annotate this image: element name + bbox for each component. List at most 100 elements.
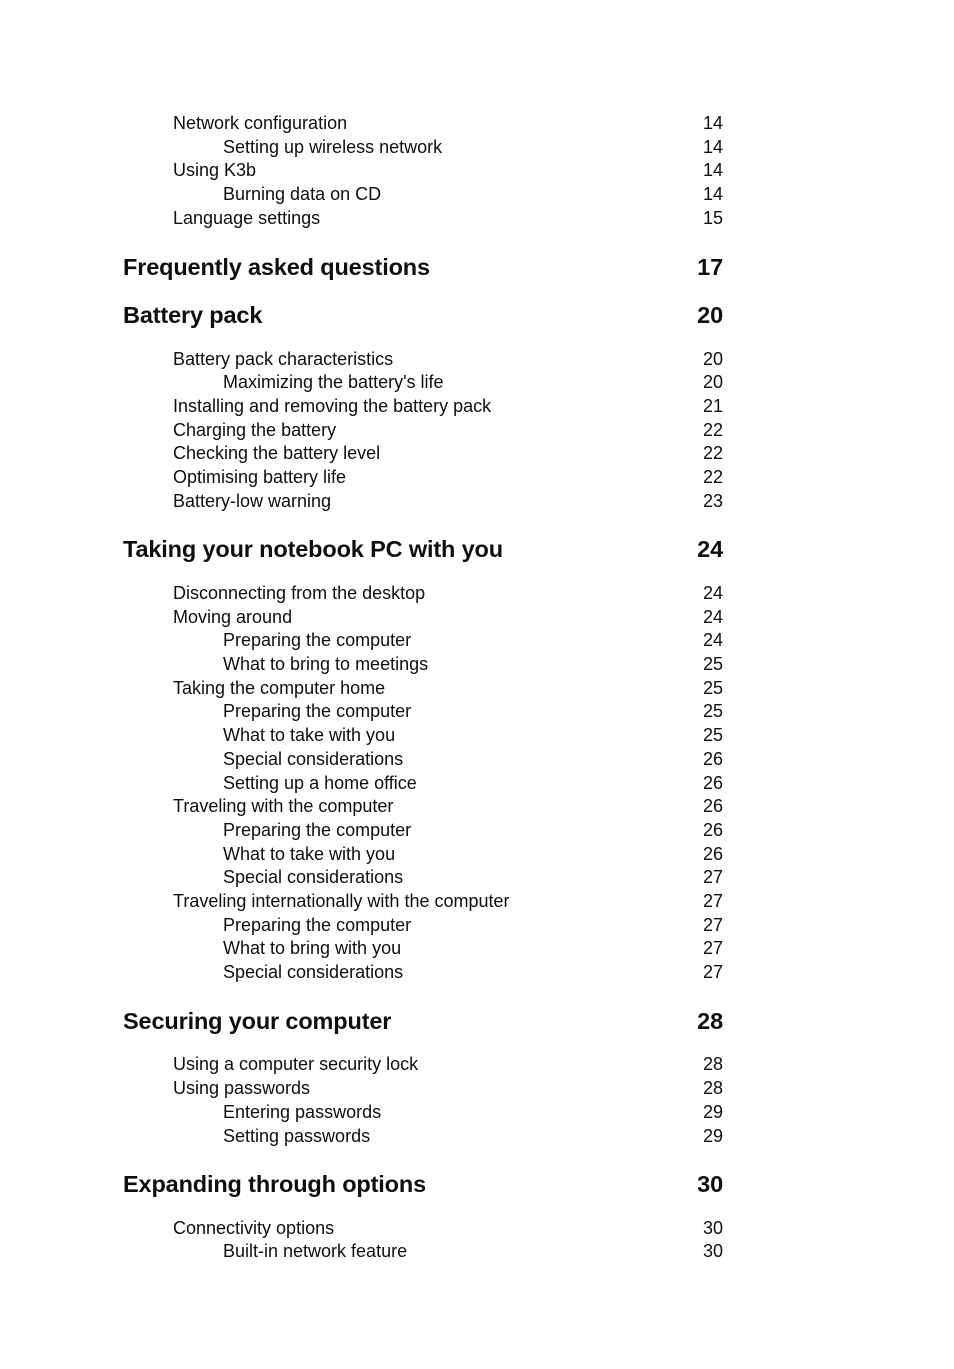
toc-section-entry[interactable]: Setting up wireless network 14 (123, 136, 723, 160)
toc-entry-title: Language settings (173, 207, 321, 228)
toc-entry-title: Special considerations (223, 867, 404, 888)
toc-section-entry[interactable]: Setting passwords 29 (123, 1125, 723, 1149)
toc-entry-page-number: 25 (702, 677, 723, 698)
toc-section-entry[interactable]: Moving around 24 (123, 606, 723, 630)
toc-entry-page-number: 27 (702, 938, 723, 959)
toc-entry-title: Special considerations (223, 962, 404, 983)
toc-entry-page-number: 22 (702, 443, 723, 464)
toc-entry-page-number: 21 (702, 395, 723, 416)
toc-entry-title: Disconnecting from the desktop (173, 582, 426, 603)
table-of-contents-page: Network configuration 14 Setting up wirele… (0, 0, 954, 1369)
toc-entry-page-number: 22 (702, 419, 723, 440)
toc-section-entry[interactable]: Using passwords 28 (123, 1077, 723, 1101)
toc-entry-title: Securing your computer (123, 1007, 392, 1034)
toc-entry-title: Burning data on CD (223, 184, 382, 205)
toc-entry-page-number: 27 (702, 914, 723, 935)
toc-entry-title: Traveling internationally with the compu… (173, 891, 510, 912)
toc-section-entry[interactable]: Battery-low warning 23 (123, 490, 723, 514)
toc-entry-page-number: 20 (702, 348, 723, 369)
toc-entry-title: Special considerations (223, 748, 404, 769)
toc-section-entry[interactable]: Maximizing the battery's life 20 (123, 371, 723, 395)
toc-section-entry[interactable]: Special considerations 27 (123, 961, 723, 985)
toc-section-entry[interactable]: Traveling with the computer 26 (123, 795, 723, 819)
toc-chapter-entry[interactable]: Taking your notebook PC with you 24 (123, 538, 723, 562)
toc-section-entry[interactable]: Preparing the computer 26 (123, 819, 723, 843)
toc-entry-title: Preparing the computer (223, 914, 412, 935)
toc-entry-page-number: 14 (702, 136, 723, 157)
toc-entry-title: Battery-low warning (173, 490, 332, 511)
toc-entry-page-number: 27 (702, 867, 723, 888)
toc-section-entry[interactable]: Language settings 15 (123, 207, 723, 231)
toc-entry-title: Preparing the computer (223, 630, 412, 651)
toc-section-entry[interactable]: What to take with you 26 (123, 843, 723, 867)
toc-section-entry[interactable]: Taking the computer home 25 (123, 677, 723, 701)
toc-section-entry[interactable]: Traveling internationally with the compu… (123, 890, 723, 914)
toc-chapter-entry[interactable]: Expanding through options 30 (123, 1173, 723, 1197)
toc-entry-title: What to bring to meetings (223, 654, 429, 675)
toc-entry-page-number: 29 (702, 1101, 723, 1122)
toc-entry-page-number: 24 (697, 536, 723, 563)
toc-entry-page-number: 20 (702, 372, 723, 393)
toc-entry-page-number: 20 (697, 302, 723, 329)
toc-entry-page-number: 28 (702, 1054, 723, 1075)
toc-section-entry[interactable]: Optimising battery life 22 (123, 466, 723, 490)
toc-section-entry[interactable]: Entering passwords 29 (123, 1101, 723, 1125)
toc-entry-title: Battery pack characteristics (173, 348, 394, 369)
toc-section-entry[interactable]: Using a computer security lock 28 (123, 1053, 723, 1077)
toc-section-entry[interactable]: Special considerations 26 (123, 748, 723, 772)
toc-entry-title: Expanding through options (123, 1171, 427, 1198)
toc-section-entry[interactable]: Installing and removing the battery pack… (123, 395, 723, 419)
toc-section-entry[interactable]: Disconnecting from the desktop 24 (123, 582, 723, 606)
toc-chapter-entry[interactable]: Securing your computer 28 (123, 1007, 723, 1034)
toc-entry-page-number: 25 (702, 701, 723, 722)
toc-section-entry[interactable]: Battery pack characteristics 20 (123, 348, 723, 372)
toc-entry-title: What to bring with you (223, 938, 402, 959)
toc-entry-title: Setting up wireless network (223, 136, 443, 157)
toc-entry-list: Network configuration 14 Setting up wirele… (123, 112, 723, 1264)
toc-section-entry[interactable]: Charging the battery 22 (123, 419, 723, 443)
toc-section-entry[interactable]: Preparing the computer 27 (123, 914, 723, 938)
toc-section-entry[interactable]: Special considerations 27 (123, 866, 723, 890)
toc-entry-title: Preparing the computer (223, 701, 412, 722)
toc-entry-title: Optimising battery life (173, 467, 347, 488)
toc-entry-title: Using a computer security lock (173, 1054, 419, 1075)
toc-entry-page-number: 29 (702, 1125, 723, 1146)
toc-section-entry[interactable]: What to take with you 25 (123, 724, 723, 748)
toc-section-entry[interactable]: Connectivity options 30 (123, 1217, 723, 1241)
toc-entry-title: Setting up a home office (223, 772, 417, 793)
toc-entry-page-number: 25 (702, 654, 723, 675)
toc-section-entry[interactable]: What to bring with you 27 (123, 937, 723, 961)
toc-chapter-entry[interactable]: Frequently asked questions 17 (123, 253, 723, 280)
toc-section-entry[interactable]: Burning data on CD 14 (123, 183, 723, 207)
toc-entry-page-number: 26 (702, 772, 723, 793)
toc-entry-page-number: 24 (702, 582, 723, 603)
toc-section-entry[interactable]: Checking the battery level 22 (123, 442, 723, 466)
toc-entry-page-number: 30 (697, 1171, 723, 1198)
toc-entry-page-number: 30 (702, 1217, 723, 1238)
toc-entry-page-number: 17 (697, 253, 723, 280)
toc-section-entry[interactable]: Using K3b 14 (123, 159, 723, 183)
toc-section-entry[interactable]: What to bring to meetings 25 (123, 653, 723, 677)
toc-entry-page-number: 14 (702, 113, 723, 133)
toc-section-entry[interactable]: Preparing the computer 24 (123, 629, 723, 653)
toc-entry-title: What to take with you (223, 725, 396, 746)
toc-section-entry[interactable]: Preparing the computer 25 (123, 700, 723, 724)
toc-chapter-entry[interactable]: Battery pack 20 (123, 304, 723, 328)
toc-entry-page-number: 26 (702, 843, 723, 864)
toc-entry-title: What to take with you (223, 843, 396, 864)
toc-section-entry[interactable]: Setting up a home office 26 (123, 772, 723, 796)
toc-entry-page-number: 30 (702, 1241, 723, 1262)
toc-entry-title: Charging the battery (173, 419, 337, 440)
toc-entry-title: Checking the battery level (173, 443, 381, 464)
toc-section-entry[interactable]: Network configuration 14 (123, 112, 723, 136)
toc-entry-title: Installing and removing the battery pack (173, 395, 492, 416)
toc-entry-page-number: 28 (697, 1007, 723, 1034)
toc-entry-page-number: 24 (702, 630, 723, 651)
toc-entry-page-number: 27 (702, 891, 723, 912)
toc-entry-title: Frequently asked questions (123, 253, 430, 280)
toc-section-entry[interactable]: Built-in network feature 30 (123, 1240, 723, 1264)
toc-entry-title: Maximizing the battery's life (223, 372, 444, 393)
toc-entry-title: Using passwords (173, 1078, 311, 1099)
toc-entry-page-number: 25 (702, 725, 723, 746)
toc-entry-title: Setting passwords (223, 1125, 371, 1146)
